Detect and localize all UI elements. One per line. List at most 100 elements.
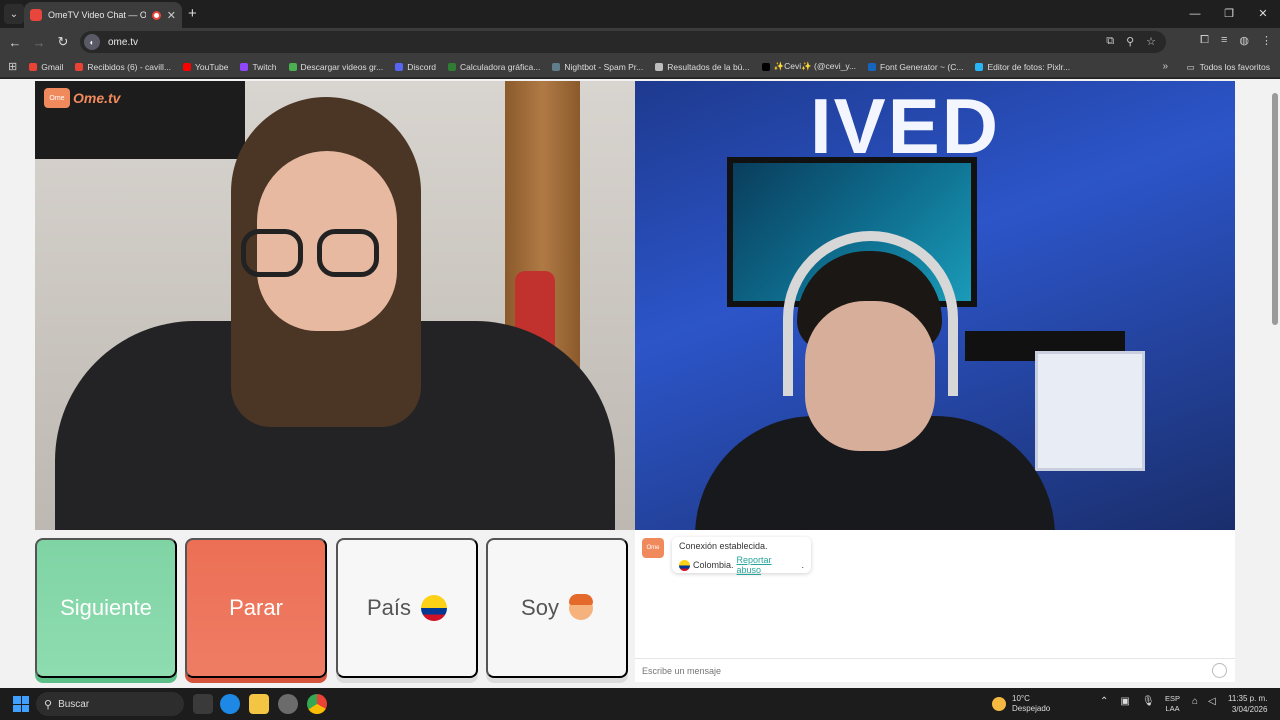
message-input[interactable] [642, 665, 1202, 676]
site-info-icon[interactable]: ◐ [84, 34, 100, 50]
bookmark-search-results[interactable]: Resultados de la bú... [655, 62, 750, 72]
address-bar[interactable]: ◐ ome.tv ⧉ ⚲ ☆ [80, 31, 1166, 53]
reload-icon[interactable]: ↻ [51, 34, 75, 50]
pc-case-shape [1035, 351, 1145, 471]
bookmark-font-generator[interactable]: Font Generator ~ (C... [868, 62, 963, 72]
microphone-icon[interactable]: 🎙 [1142, 696, 1155, 707]
ometv-logo-text: Ome.tv [73, 90, 121, 106]
taskbar-search[interactable]: ⚲ Buscar [36, 692, 184, 716]
show-hidden-icons-icon[interactable]: ⌃ [1100, 696, 1108, 707]
stop-button[interactable]: Parar [185, 538, 327, 678]
weather-widget[interactable]: 10°C Despejado [992, 694, 1050, 714]
stranger-video [35, 81, 635, 530]
chat-input-bar [635, 658, 1235, 682]
more-bookmarks-icon[interactable]: » [1162, 61, 1168, 72]
bookmark-pixlr[interactable]: Editor de fotos: Pixlr... [975, 62, 1070, 72]
bookmark-calculator[interactable]: Calculadora gráfica... [448, 62, 540, 72]
all-bookmarks-folder[interactable]: ▭ Todos los favoritos [1187, 62, 1270, 73]
desmos-icon [448, 62, 457, 71]
tab-search-icon[interactable]: ⌄ [4, 4, 24, 24]
profile-avatar-icon[interactable]: ◍ [1239, 34, 1249, 47]
system-message: Conexión establecida. Colombia. Reportar… [672, 537, 811, 575]
tiktok-icon [761, 62, 770, 71]
next-button[interactable]: Siguiente [35, 538, 177, 678]
bookmark-discord[interactable]: Discord [395, 62, 436, 72]
language-indicator[interactable]: ESP LAA [1165, 694, 1180, 714]
nightbot-icon [552, 62, 561, 71]
window-close-icon[interactable]: ✕ [1246, 0, 1280, 28]
stop-label: Parar [229, 595, 283, 620]
bookmark-tiktok[interactable]: ✨Cevi✨ (@cevi_y... [761, 61, 856, 72]
extensions-icon[interactable]: ⧠ [1200, 34, 1209, 47]
toolbar-actions: ⧠ ≡ ◍ ⋮ [1200, 34, 1272, 47]
page-scrollbar[interactable] [1270, 79, 1280, 688]
discord-icon [395, 62, 404, 71]
tab-title: OmeTV Video Chat — Ome [48, 10, 146, 20]
self-video: IVED [635, 81, 1235, 530]
chat-panel: Ome Conexión establecida. Colombia. Repo… [635, 530, 1235, 682]
volume-icon[interactable]: ◁ [1208, 696, 1216, 707]
country-name: Colombia. [692, 560, 734, 570]
ometv-logo-icon: Ome [44, 88, 70, 108]
bookmarks-bar: ⊞ Gmail Recibidos (6) - cavill... YouTub… [0, 56, 1280, 78]
window-controls: — ❐ ✕ [1178, 0, 1280, 28]
font-generator-icon [868, 62, 877, 71]
connection-text: Conexión establecida. [679, 541, 768, 551]
youtube-icon [183, 62, 192, 71]
country-button[interactable]: País [336, 538, 478, 678]
date: 3/04/2026 [1231, 705, 1268, 714]
tab-close-icon[interactable]: ✕ [167, 9, 176, 22]
bookmark-youtube[interactable]: YouTube [183, 62, 228, 72]
back-icon[interactable]: ← [3, 35, 27, 50]
gender-button[interactable]: Soy [486, 538, 628, 678]
chrome-icon[interactable] [307, 694, 327, 714]
edge-icon[interactable] [220, 694, 240, 714]
tray-app-icon[interactable]: ▣ [1120, 696, 1129, 707]
search-icon: ⚲ [44, 698, 53, 711]
app-icon[interactable] [278, 694, 298, 714]
network-icon[interactable]: ⌂ [1192, 696, 1198, 707]
colombia-flag-icon [421, 595, 448, 621]
zoom-icon[interactable]: ⚲ [1126, 35, 1134, 48]
windows-start-icon[interactable] [13, 696, 29, 712]
document-icon [655, 62, 664, 71]
gmail-icon [29, 62, 38, 71]
forward-icon[interactable]: → [27, 35, 51, 50]
colombia-flag-icon [679, 559, 690, 571]
clock[interactable]: 11:35 p. m. 3/04/2026 [1228, 693, 1267, 715]
report-abuse-link[interactable]: Reportar abuso [737, 555, 799, 575]
restore-icon[interactable]: ❐ [1212, 0, 1246, 28]
browser-menu-icon[interactable]: ⋮ [1261, 34, 1272, 47]
ometv-logo: Ome Ome.tv [44, 88, 120, 108]
bookmark-inbox[interactable]: Recibidos (6) - cavill... [75, 62, 171, 72]
apps-grid-icon[interactable]: ⊞ [8, 60, 17, 73]
pixlr-icon [975, 62, 984, 71]
file-explorer-icon[interactable] [249, 694, 269, 714]
recording-icon [151, 10, 161, 20]
scrollbar-thumb[interactable] [1272, 93, 1278, 325]
country-line: Colombia. Reportar abuso. [679, 555, 804, 575]
bookmark-star-icon[interactable]: ☆ [1146, 35, 1156, 48]
glasses-left-shape [241, 229, 303, 277]
tab-ometv[interactable]: OmeTV Video Chat — Ome ✕ [24, 2, 182, 28]
download-icon [288, 62, 297, 71]
twitch-icon [240, 62, 249, 71]
bookmark-gmail[interactable]: Gmail [29, 62, 63, 72]
cast-icon[interactable]: ⧉ [1106, 35, 1114, 48]
media-control-icon[interactable]: ≡ [1221, 34, 1227, 47]
search-label: Buscar [58, 698, 90, 710]
moon-icon [992, 697, 1006, 711]
task-view-icon[interactable] [193, 694, 213, 714]
taskbar: ⚲ Buscar 10°C Despejado ⌃ ▣ 🎙 ESP LAA ⌂ … [0, 688, 1280, 720]
bookmark-nightbot[interactable]: Nightbot - Spam Pr... [552, 62, 643, 72]
system-tray: ⌃ ▣ 🎙 [1100, 696, 1155, 707]
bookmark-twitch[interactable]: Twitch [240, 62, 277, 72]
folder-icon: ▭ [1186, 62, 1195, 72]
new-tab-icon[interactable]: + [188, 5, 197, 22]
ometv-page: IVED Siguiente Parar País Soy Ome Conexi… [0, 79, 1280, 688]
glasses-right-shape [317, 229, 379, 277]
minimize-icon[interactable]: — [1178, 0, 1212, 28]
emoji-icon[interactable] [1212, 663, 1227, 678]
url-text: ome.tv [108, 36, 139, 48]
bookmark-video-download[interactable]: Descargar videos gr... [288, 62, 383, 72]
